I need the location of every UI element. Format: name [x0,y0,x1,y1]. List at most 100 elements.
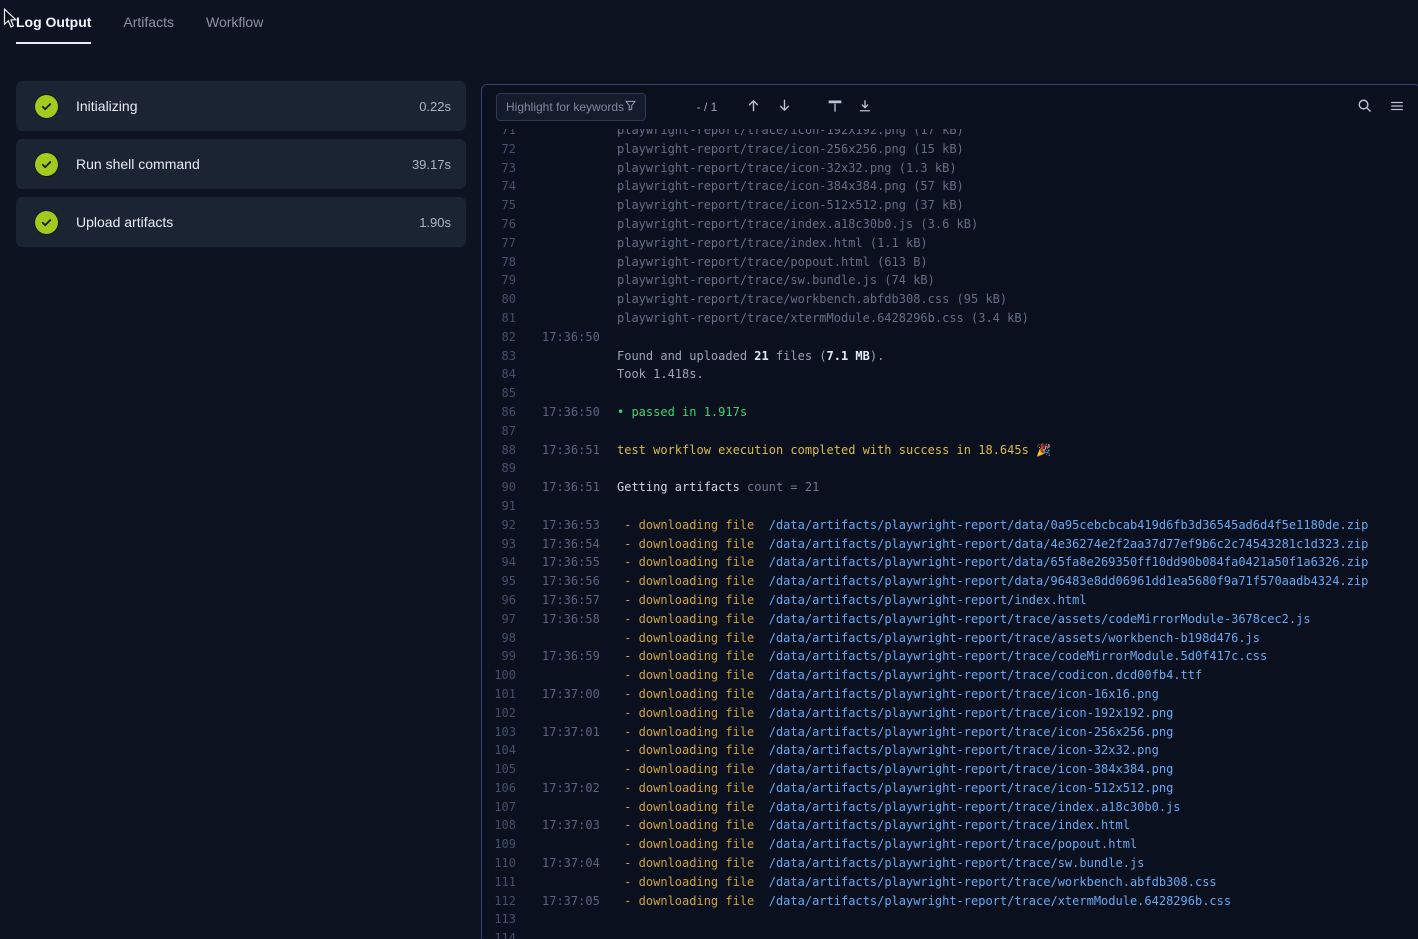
log-line: 114 [482,929,1418,939]
line-number: 71 [482,129,516,140]
log-line: 91 [482,497,1418,516]
log-text-segment: - downloading file [617,668,769,682]
log-text-segment: playwright-report/trace/icon-192x192.png… [617,129,964,137]
line-number: 107 [482,798,516,817]
log-line: 11017:37:04 - downloading file /data/art… [482,854,1418,873]
log-text-segment: - downloading file [617,593,769,607]
step-label: Initializing [76,98,137,114]
line-number: 105 [482,760,516,779]
log-text-segment: /data/artifacts/playwright-report/trace/… [769,781,1174,795]
line-number: 80 [482,290,516,309]
log-line: 9917:36:59 - downloading file /data/arti… [482,647,1418,666]
line-number: 76 [482,215,516,234]
line-number: 112 [482,892,516,911]
log-text-segment: playwright-report/trace/index.html (1.1 … [617,236,928,250]
log-line: 84Took 1.418s. [482,365,1418,384]
log-text-segment: Found and uploaded [617,349,754,363]
log-text-segment: - downloading file [617,518,769,532]
highlight-keywords-input[interactable]: Highlight for keywords [496,93,646,121]
line-number: 98 [482,629,516,648]
line-number: 95 [482,572,516,591]
log-text-segment: playwright-report/trace/sw.bundle.js (74… [617,273,935,287]
step-initializing[interactable]: Initializing 0.22s [16,81,466,131]
more-options-button[interactable] [1388,97,1406,118]
log-text-segment: - downloading file [617,649,769,663]
log-line: 85 [482,384,1418,403]
log-text-segment: /data/artifacts/playwright-report/trace/… [769,631,1260,645]
line-number: 110 [482,854,516,873]
log-text-segment: - downloading file [617,725,769,739]
line-timestamp: 17:37:05 [542,892,600,911]
log-text-segment: /data/artifacts/playwright-report/data/6… [769,555,1369,569]
log-line: 112 17:37:05 - downloading file /data/art… [482,892,1418,911]
log-text-segment: /data/artifacts/playwright-report/trace/… [769,800,1181,814]
step-label: Upload artifacts [76,214,173,230]
line-timestamp: 17:37:03 [542,816,600,835]
funnel-icon [828,99,842,116]
tab-artifacts[interactable]: Artifacts [123,0,174,44]
log-text-segment: /data/artifacts/playwright-report/trace/… [769,762,1174,776]
log-line: 89 [482,459,1418,478]
step-run-shell-command[interactable]: Run shell command 39.17s [16,139,466,189]
log-text-segment: - downloading file [617,837,769,851]
arrow-up-icon [746,98,761,116]
log-text-segment: /data/artifacts/playwright-report/data/9… [769,574,1369,588]
arrow-down-icon [777,98,792,116]
log-line: 73playwright-report/trace/icon-32x32.png… [482,159,1418,178]
previous-match-button[interactable] [744,96,763,118]
log-text-segment: /data/artifacts/playwright-report/trace/… [769,894,1231,908]
line-timestamp: 17:37:04 [542,854,600,873]
log-text-segment: ). [870,349,884,363]
line-timestamp: 17:37:01 [542,723,600,742]
log-line: 9617:36:57 - downloading file /data/arti… [482,591,1418,610]
log-text-segment: /data/artifacts/playwright-report/trace/… [769,668,1202,682]
line-number: 102 [482,704,516,723]
download-log-button[interactable] [856,97,874,118]
log-text-segment: /data/artifacts/playwright-report/trace/… [769,743,1159,757]
step-duration: 0.22s [419,99,451,114]
log-line: 8817:36:51test workflow execution comple… [482,441,1418,460]
log-text-segment: - downloading file [617,555,769,569]
log-text-segment: - downloading file [617,687,769,701]
filter-log-button[interactable] [826,97,844,118]
log-line: 109 - downloading file /data/artifacts/p… [482,835,1418,854]
download-icon [858,99,872,116]
line-number: 103 [482,723,516,742]
log-line: 72playwright-report/trace/icon-256x256.p… [482,140,1418,159]
log-text-segment: /data/artifacts/playwright-report/trace/… [769,875,1217,889]
step-list: Initializing 0.22s Run shell command 39.… [16,81,466,255]
line-number: 109 [482,835,516,854]
search-log-button[interactable] [1355,96,1374,118]
log-line: 103 17:37:01 - downloading file /data/art… [482,723,1418,742]
tab-log-output[interactable]: Log Output [16,0,91,44]
log-line: 75playwright-report/trace/icon-512x512.p… [482,196,1418,215]
line-timestamp: 17:36:59 [542,647,600,666]
log-scroll-area[interactable]: 71 playwright-report/trace/icon-192x192.p… [482,129,1418,939]
line-number: 74 [482,177,516,196]
log-line: 87 [482,422,1418,441]
line-timestamp: 17:36:51 [542,441,600,460]
tab-workflow[interactable]: Workflow [206,0,263,44]
log-text-segment: /data/artifacts/playwright-report/trace/… [769,725,1174,739]
line-timestamp: 17:37:00 [542,685,600,704]
log-text-segment: Getting artifacts [617,480,740,494]
log-text-segment: - downloading file [617,894,769,908]
log-line: 104 - downloading file /data/artifacts/p… [482,741,1418,760]
log-lines: 71 playwright-report/trace/icon-192x192.p… [482,129,1418,939]
step-upload-artifacts[interactable]: Upload artifacts 1.90s [16,197,466,247]
log-text-segment: - downloading file [617,537,769,551]
log-line: 100 - downloading file /data/artifacts/p… [482,666,1418,685]
next-match-button[interactable] [775,96,794,118]
log-text-segment: /data/artifacts/playwright-report/trace/… [769,856,1145,870]
log-text-segment: playwright-report/trace/xtermModule.6428… [617,311,1029,325]
log-text-segment: - downloading file [617,875,769,889]
log-text-segment: /data/artifacts/playwright-report/trace/… [769,649,1268,663]
log-text-segment: 21 [754,349,768,363]
log-text-segment: test workflow execution completed with s… [617,443,1051,457]
log-line: 71 playwright-report/trace/icon-192x192.p… [482,129,1418,140]
line-timestamp: 17:36:53 [542,516,600,535]
line-timestamp: 17:36:56 [542,572,600,591]
line-number: 84 [482,365,516,384]
log-text-segment: playwright-report/trace/popout.html (613… [617,255,928,269]
line-number: 96 [482,591,516,610]
